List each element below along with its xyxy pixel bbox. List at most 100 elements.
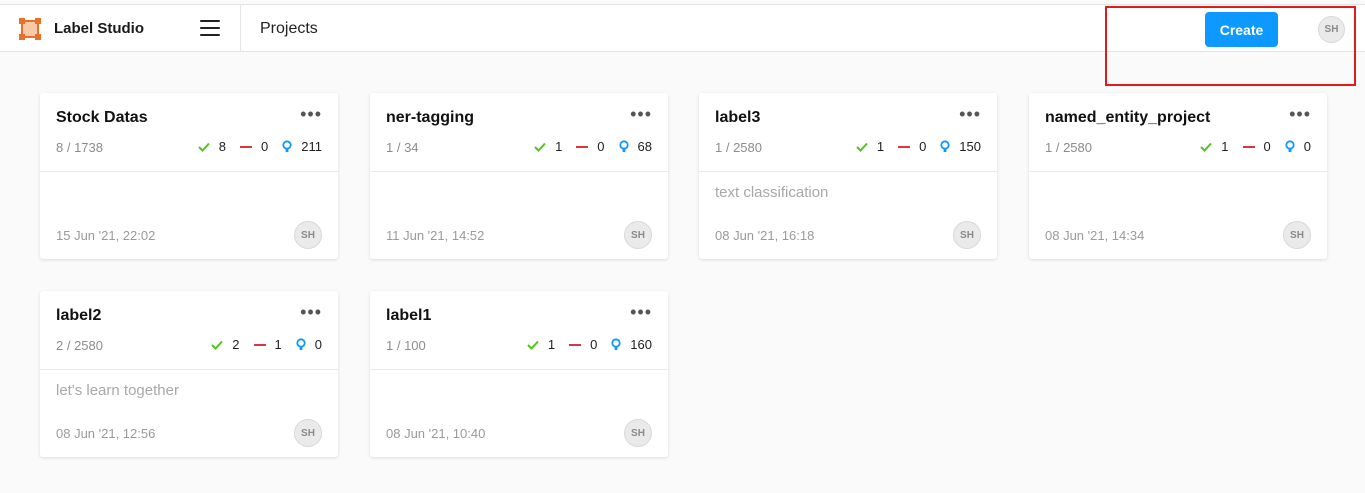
skipped-count: 0 bbox=[590, 337, 598, 352]
project-title[interactable]: named_entity_project bbox=[1045, 109, 1210, 127]
check-icon bbox=[1200, 142, 1213, 152]
card-divider bbox=[1029, 171, 1327, 172]
minus-icon bbox=[898, 145, 911, 149]
project-progress: 1 / 2580 bbox=[1045, 140, 1092, 155]
project-progress: 1 / 34 bbox=[386, 140, 419, 155]
label-studio-logo-icon[interactable] bbox=[19, 18, 41, 40]
hamburger-menu-icon[interactable] bbox=[200, 20, 220, 36]
check-icon bbox=[211, 340, 224, 350]
check-icon bbox=[534, 142, 546, 152]
owner-avatar: SH bbox=[1283, 221, 1311, 249]
skipped-stat: 0 bbox=[569, 337, 597, 352]
skipped-stat: 0 bbox=[576, 139, 605, 154]
more-options-icon[interactable]: ••• bbox=[630, 105, 652, 123]
project-title[interactable]: label2 bbox=[56, 307, 101, 325]
minus-icon bbox=[576, 145, 589, 149]
lightbulb-icon bbox=[282, 140, 292, 153]
lightbulb-icon bbox=[611, 338, 621, 351]
predictions-stat: 150 bbox=[940, 139, 981, 154]
check-icon bbox=[856, 142, 868, 152]
project-card[interactable]: ner-tagging ••• 1 / 34 1 0 68 11 Jun '21… bbox=[370, 93, 668, 259]
project-card[interactable]: named_entity_project ••• 1 / 2580 1 0 0 … bbox=[1029, 93, 1327, 259]
header-divider bbox=[240, 5, 241, 52]
project-card[interactable]: Stock Datas ••• 8 / 1738 8 0 211 15 Jun … bbox=[40, 93, 338, 259]
project-stats: 1 0 0 bbox=[1186, 139, 1311, 154]
completed-count: 1 bbox=[555, 139, 563, 154]
lightbulb-icon bbox=[1285, 140, 1295, 153]
project-card[interactable]: label3 ••• 1 / 2580 1 0 150 text classif… bbox=[699, 93, 997, 259]
completed-stat: 1 bbox=[527, 337, 555, 352]
app-title: Label Studio bbox=[54, 20, 144, 37]
predictions-count: 68 bbox=[637, 139, 652, 154]
user-avatar[interactable]: SH bbox=[1318, 16, 1345, 43]
lightbulb-icon bbox=[940, 140, 950, 153]
card-divider bbox=[40, 369, 338, 370]
owner-avatar: SH bbox=[624, 221, 652, 249]
skipped-count: 0 bbox=[261, 139, 269, 154]
completed-count: 1 bbox=[1221, 139, 1229, 154]
minus-icon bbox=[569, 343, 582, 347]
predictions-stat: 160 bbox=[611, 337, 652, 352]
completed-stat: 1 bbox=[1200, 139, 1229, 154]
minus-icon bbox=[253, 343, 266, 347]
owner-avatar: SH bbox=[953, 221, 981, 249]
more-options-icon[interactable]: ••• bbox=[300, 303, 322, 321]
more-options-icon[interactable]: ••• bbox=[300, 105, 322, 123]
predictions-count: 160 bbox=[630, 337, 652, 352]
predictions-stat: 211 bbox=[282, 139, 322, 154]
project-progress: 2 / 2580 bbox=[56, 338, 103, 353]
project-stats: 1 0 160 bbox=[513, 337, 652, 352]
page-title: Projects bbox=[260, 20, 318, 37]
owner-avatar: SH bbox=[624, 419, 652, 447]
completed-stat: 1 bbox=[534, 139, 562, 154]
project-description: text classification bbox=[715, 184, 829, 201]
completed-count: 2 bbox=[232, 337, 240, 352]
check-icon bbox=[198, 142, 210, 152]
skipped-stat: 0 bbox=[1242, 139, 1271, 154]
project-title[interactable]: label1 bbox=[386, 307, 431, 325]
skipped-count: 1 bbox=[274, 337, 282, 352]
project-card[interactable]: label2 ••• 2 / 2580 2 1 0 let's learn to… bbox=[40, 291, 338, 457]
project-description: let's learn together bbox=[56, 382, 179, 399]
project-created-date: 11 Jun '21, 14:52 bbox=[386, 228, 485, 243]
project-progress: 8 / 1738 bbox=[56, 140, 103, 155]
owner-avatar: SH bbox=[294, 221, 322, 249]
card-divider bbox=[370, 171, 668, 172]
skipped-stat: 1 bbox=[253, 337, 282, 352]
minus-icon bbox=[1242, 145, 1255, 149]
project-title[interactable]: Stock Datas bbox=[56, 109, 148, 127]
top-navigation-bar: Label Studio Projects Create SH bbox=[0, 4, 1365, 52]
predictions-stat: 68 bbox=[618, 139, 652, 154]
completed-stat: 2 bbox=[211, 337, 240, 352]
skipped-count: 0 bbox=[1263, 139, 1271, 154]
predictions-count: 0 bbox=[1303, 139, 1311, 154]
lightbulb-icon bbox=[296, 338, 306, 351]
card-divider bbox=[370, 369, 668, 370]
card-divider bbox=[699, 171, 997, 172]
predictions-stat: 0 bbox=[1285, 139, 1311, 154]
create-project-button[interactable]: Create bbox=[1205, 12, 1278, 47]
more-options-icon[interactable]: ••• bbox=[1289, 105, 1311, 123]
project-created-date: 08 Jun '21, 12:56 bbox=[56, 426, 156, 441]
project-title[interactable]: label3 bbox=[715, 109, 760, 127]
project-created-date: 08 Jun '21, 16:18 bbox=[715, 228, 815, 243]
project-created-date: 08 Jun '21, 14:34 bbox=[1045, 228, 1145, 243]
project-stats: 2 1 0 bbox=[197, 337, 322, 352]
more-options-icon[interactable]: ••• bbox=[630, 303, 652, 321]
minus-icon bbox=[240, 145, 253, 149]
completed-count: 8 bbox=[218, 139, 227, 154]
skipped-stat: 0 bbox=[898, 139, 926, 154]
project-card[interactable]: label1 ••• 1 / 100 1 0 160 08 Jun '21, 1… bbox=[370, 291, 668, 457]
project-progress: 1 / 2580 bbox=[715, 140, 762, 155]
project-created-date: 15 Jun '21, 22:02 bbox=[56, 228, 156, 243]
project-title[interactable]: ner-tagging bbox=[386, 109, 474, 127]
completed-stat: 8 bbox=[198, 139, 226, 154]
predictions-count: 211 bbox=[301, 139, 322, 154]
project-stats: 1 0 150 bbox=[842, 139, 981, 154]
completed-count: 1 bbox=[876, 139, 885, 154]
lightbulb-icon bbox=[618, 140, 629, 153]
more-options-icon[interactable]: ••• bbox=[959, 105, 981, 123]
predictions-count: 150 bbox=[959, 139, 981, 154]
project-progress: 1 / 100 bbox=[386, 338, 426, 353]
check-icon bbox=[527, 340, 539, 350]
